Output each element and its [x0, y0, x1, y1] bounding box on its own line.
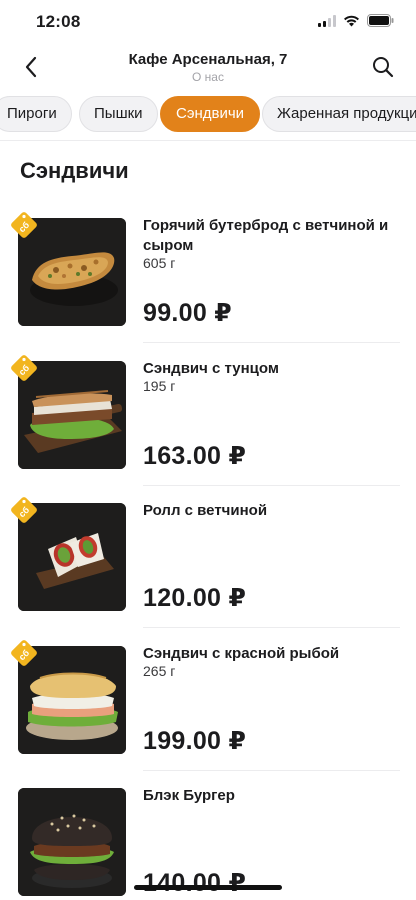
product-price: 199.00 ₽ — [143, 727, 247, 755]
status-bar: 12:08 — [0, 0, 416, 44]
tab-pirogi[interactable]: Пироги — [0, 96, 72, 132]
sber-badge-icon: сб — [11, 497, 37, 523]
section-title: Сэндвичи — [20, 158, 129, 183]
search-button[interactable] — [366, 50, 400, 84]
status-icons — [318, 14, 394, 27]
divider — [143, 770, 400, 771]
about-link[interactable]: О нас — [0, 70, 416, 84]
home-indicator[interactable] — [134, 885, 282, 890]
divider — [143, 485, 400, 486]
product-weight: 605 г — [143, 255, 176, 271]
product-card[interactable]: Блэк Бургер 140.00 ₽ — [0, 787, 416, 900]
divider — [143, 627, 400, 628]
category-tabs: Пироги Пышки Сэндвичи Жаренная продукция — [0, 96, 416, 134]
product-card[interactable]: сб Ролл с ветчиной 120.00 ₽ — [0, 497, 416, 645]
signal-icon — [318, 14, 336, 27]
sber-badge-icon: сб — [11, 212, 37, 238]
sber-badge-icon: сб — [11, 355, 37, 381]
product-name: Горячий бутерброд с ветчиной и сыром — [143, 217, 389, 254]
battery-icon — [367, 14, 394, 27]
product-price: 120.00 ₽ — [143, 584, 247, 612]
product-card[interactable]: сб Сэндвич с тунцом 195 г 163.00 ₽ — [0, 355, 416, 503]
product-card[interactable]: сб Сэндвич с красной рыбой 265 г 199.00 … — [0, 640, 416, 788]
product-price: 99.00 ₽ — [143, 299, 233, 327]
tab-sandwiches[interactable]: Сэндвичи — [160, 96, 261, 132]
tab-pyshki[interactable]: Пышки — [79, 96, 158, 132]
tab-fried-products[interactable]: Жаренная продукция — [262, 96, 416, 132]
divider — [0, 140, 416, 141]
status-time: 12:08 — [36, 12, 81, 31]
sber-badge-icon: сб — [11, 640, 37, 666]
product-weight: 195 г — [143, 378, 176, 394]
divider — [143, 342, 400, 343]
product-price: 140.00 ₽ — [143, 869, 247, 897]
product-image — [18, 788, 126, 896]
product-name: Ролл с ветчиной — [143, 502, 268, 519]
product-name: Сэндвич с красной рыбой — [143, 645, 340, 662]
product-weight: 265 г — [143, 663, 176, 679]
product-name: Сэндвич с тунцом — [143, 360, 279, 377]
product-card[interactable]: сб Горячий бутерброд с ветчиной и сыром … — [0, 212, 416, 360]
header: Кафе Арсенальная, 7 О нас — [0, 44, 416, 90]
product-name: Блэк Бургер — [143, 787, 235, 804]
page-title: Кафе Арсенальная, 7 — [128, 51, 288, 68]
search-icon — [373, 57, 394, 78]
wifi-icon — [344, 15, 359, 26]
product-price: 163.00 ₽ — [143, 442, 247, 470]
